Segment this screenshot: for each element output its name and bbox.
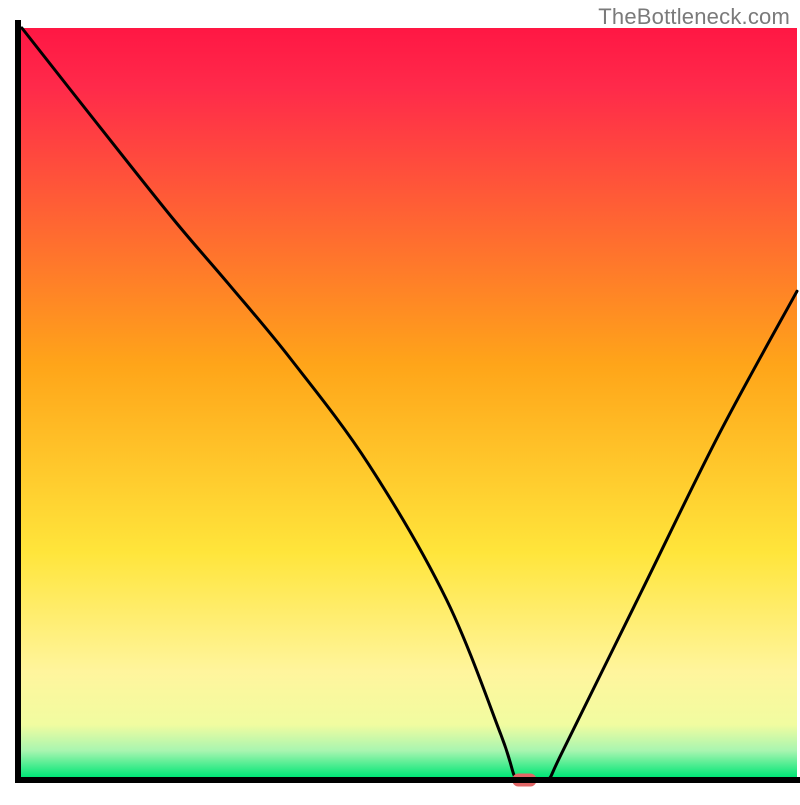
watermark-text: TheBottleneck.com: [598, 4, 790, 30]
gradient-background: [21, 28, 797, 777]
chart-svg: [0, 0, 800, 800]
bottleneck-chart: TheBottleneck.com: [0, 0, 800, 800]
